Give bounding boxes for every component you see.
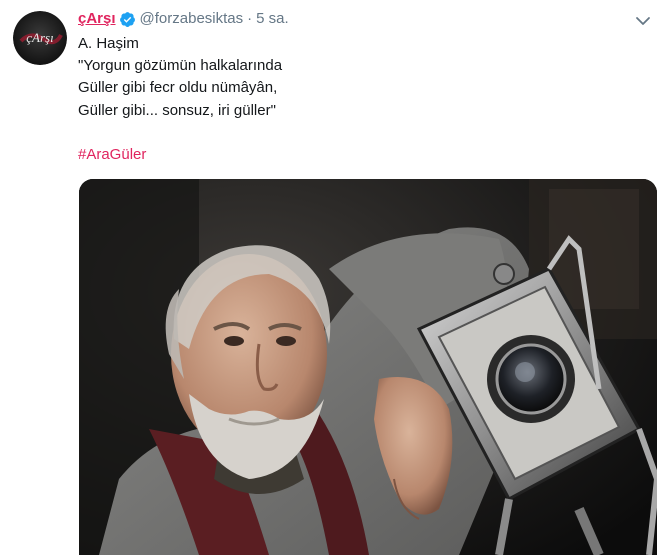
tweet-text-line: "Yorgun gözümün halkalarında <box>78 57 283 75</box>
avatar-logo-text: çArşı <box>26 30 53 45</box>
avatar-image: çArşı <box>13 11 67 65</box>
separator-dot: · <box>247 10 253 27</box>
timestamp[interactable]: 5 sa. <box>256 8 289 30</box>
tweet-text-line: Güller gibi fecr oldu nümâyân, <box>78 79 278 97</box>
user-handle[interactable]: @forzabesiktas <box>140 8 244 30</box>
chevron-down-icon[interactable] <box>634 12 652 30</box>
tweet-text-line: Güller gibi... sonsuz, iri güller" <box>78 101 276 119</box>
tweet-card[interactable]: çArşı çArşı @forzabesiktas · 5 sa. A. Ha… <box>0 0 666 555</box>
tweet-text-line: A. Haşim <box>78 35 139 52</box>
tweet-photo[interactable] <box>79 179 657 555</box>
photo-portrait-with-camera <box>79 179 657 555</box>
avatar[interactable]: çArşı <box>13 11 67 65</box>
tweet-header: çArşı @forzabesiktas · 5 sa. <box>78 8 289 30</box>
tweet-text: A. Haşim "Yorgun gözümün halkalarında Gü… <box>78 33 638 166</box>
verified-badge-icon <box>119 11 136 28</box>
display-name[interactable]: çArşı <box>78 8 116 30</box>
hashtag-link[interactable]: #AraGüler <box>78 146 146 163</box>
